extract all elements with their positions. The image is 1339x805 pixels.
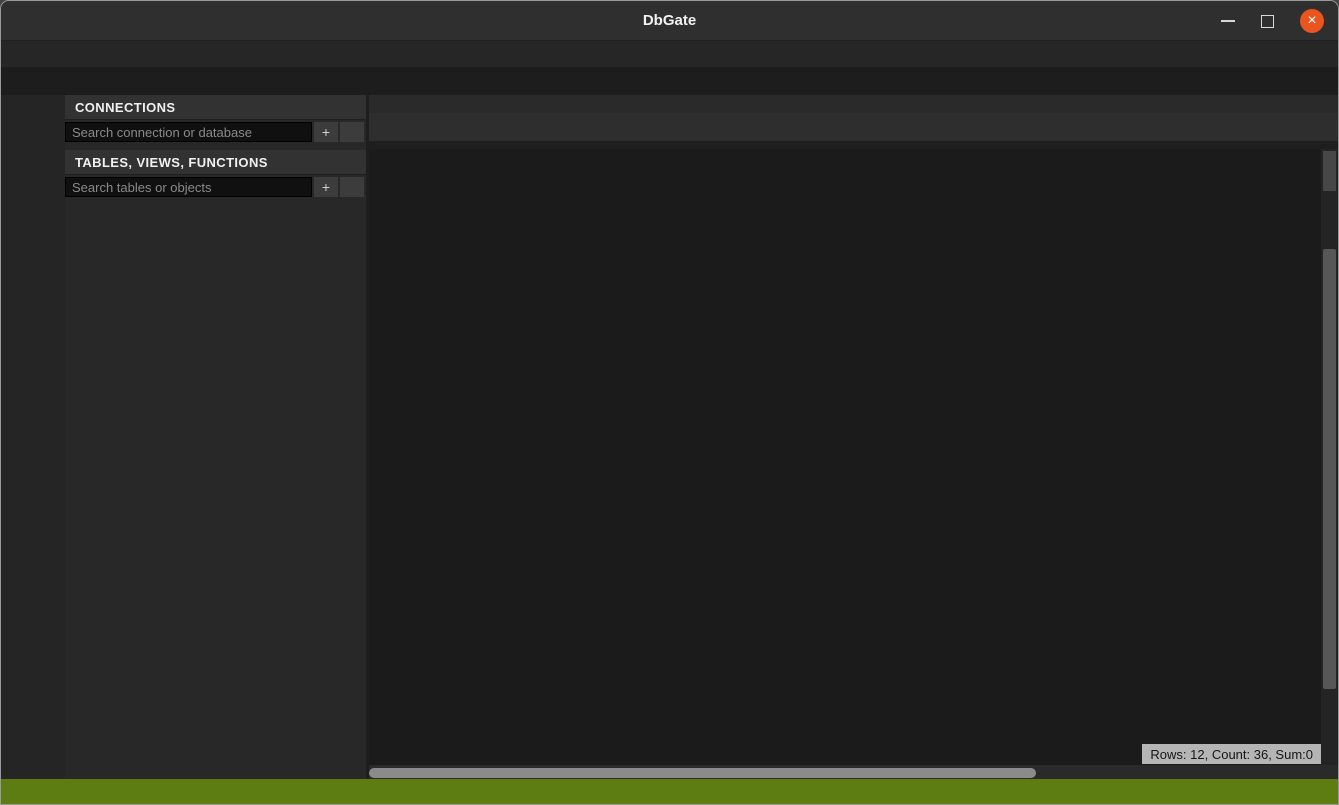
- add-connection-plus-button[interactable]: +: [314, 122, 338, 142]
- connections-search-row: Search connection or database +: [65, 120, 366, 144]
- connections-panel-title: CONNECTIONS: [65, 95, 366, 120]
- toolbar: [1, 67, 1338, 95]
- vertical-scrollbar: [1321, 149, 1338, 765]
- minimize-icon[interactable]: [1221, 20, 1235, 22]
- vertical-scrollbar-thumb[interactable]: [1323, 249, 1336, 689]
- connections-search-input[interactable]: Search connection or database: [65, 122, 312, 142]
- side-panel: CONNECTIONS Search connection or databas…: [65, 95, 366, 779]
- menu-bar: [1, 41, 1338, 67]
- app-window: DbGate × CONNECTIONS Search connection o…: [0, 0, 1339, 805]
- scrollbar-corner: [1323, 151, 1336, 191]
- status-bar: [1, 779, 1338, 804]
- data-grid: Rows: 12, Count: 36, Sum:0: [369, 149, 1338, 779]
- window-controls: ×: [1221, 1, 1324, 41]
- selection-summary: Rows: 12, Count: 36, Sum:0: [1142, 744, 1321, 764]
- window-title: DbGate: [643, 12, 696, 29]
- tables-plus-button[interactable]: +: [314, 177, 338, 197]
- horizontal-scrollbar-thumb[interactable]: [369, 768, 1036, 778]
- tables-search-input[interactable]: Search tables or objects: [65, 177, 312, 197]
- tables-refresh-button[interactable]: [340, 177, 364, 197]
- close-icon[interactable]: ×: [1300, 9, 1324, 33]
- connections-refresh-button[interactable]: [340, 122, 364, 142]
- tables-search-row: Search tables or objects +: [65, 175, 366, 199]
- icon-rail: [1, 95, 65, 779]
- tab-row: [369, 113, 1338, 141]
- content-area: Rows: 12, Count: 36, Sum:0: [366, 95, 1338, 779]
- tab-group-row: [369, 95, 1338, 113]
- title-bar: DbGate ×: [1, 1, 1338, 41]
- maximize-icon[interactable]: [1261, 15, 1274, 28]
- tables-panel-title: TABLES, VIEWS, FUNCTIONS: [65, 150, 366, 175]
